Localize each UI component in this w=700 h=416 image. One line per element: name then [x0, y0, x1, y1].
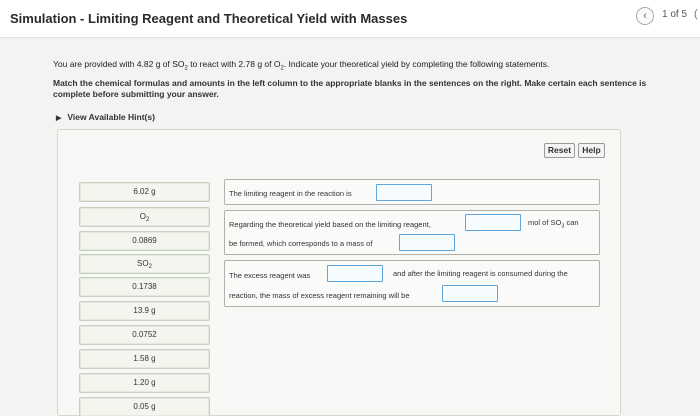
triangle-right-icon: ▶ [56, 115, 62, 122]
option-chip[interactable]: 1.58 g [79, 349, 210, 369]
option-chip[interactable]: 6.02 g [79, 182, 210, 202]
drop-blank[interactable] [442, 285, 498, 302]
option-chip[interactable]: 1.20 g [79, 373, 210, 393]
option-chip[interactable]: 0.05 g [79, 397, 210, 416]
question-lead: You are provided with 4.82 g of SO2 to r… [53, 59, 550, 72]
question-content: You are provided with 4.82 g of SO2 to r… [0, 39, 700, 416]
option-chip[interactable]: 0.0869 [79, 231, 210, 251]
option-chip[interactable]: 13.9 g [79, 301, 210, 321]
option-chip[interactable]: 0.0752 [79, 325, 210, 345]
option-chip[interactable]: O2 [79, 207, 210, 227]
drop-blank[interactable] [399, 234, 455, 251]
question-text: You are provided with 4.82 g of SO2 to r… [53, 59, 678, 100]
drop-blank[interactable] [376, 184, 432, 201]
drop-blank[interactable] [465, 214, 521, 231]
option-chip[interactable]: 0.1738 [79, 277, 210, 297]
question-instruction: Match the chemical formulas and amounts … [53, 77, 647, 99]
drag-and-drop-panel: Reset Help 6.02 g O2 0.0869 SO2 0.1738 1… [57, 129, 621, 416]
statement-theoretical-yield: Regarding the theoretical yield based on… [224, 210, 600, 255]
mol-unit-text: mol of SO3 can [528, 218, 579, 230]
view-hints-link[interactable]: ▶ View Available Hint(s) [56, 112, 155, 122]
drop-blank[interactable] [327, 265, 383, 282]
page-counter: 1 of 5 [662, 9, 688, 20]
statement-limiting-reagent: The limiting reagent in the reaction is [224, 179, 600, 205]
top-bar: Simulation - Limiting Reagent and Theore… [0, 0, 700, 38]
help-button[interactable]: Help [578, 143, 605, 158]
option-chip[interactable]: SO2 [79, 254, 210, 274]
page-title: Simulation - Limiting Reagent and Theore… [10, 11, 408, 26]
chevron-left-icon[interactable]: ‹ [636, 7, 654, 25]
edge-glyph: ( [694, 8, 698, 20]
statement-excess-reagent: The excess reagent was and after the lim… [224, 260, 600, 307]
reset-button[interactable]: Reset [544, 143, 575, 158]
